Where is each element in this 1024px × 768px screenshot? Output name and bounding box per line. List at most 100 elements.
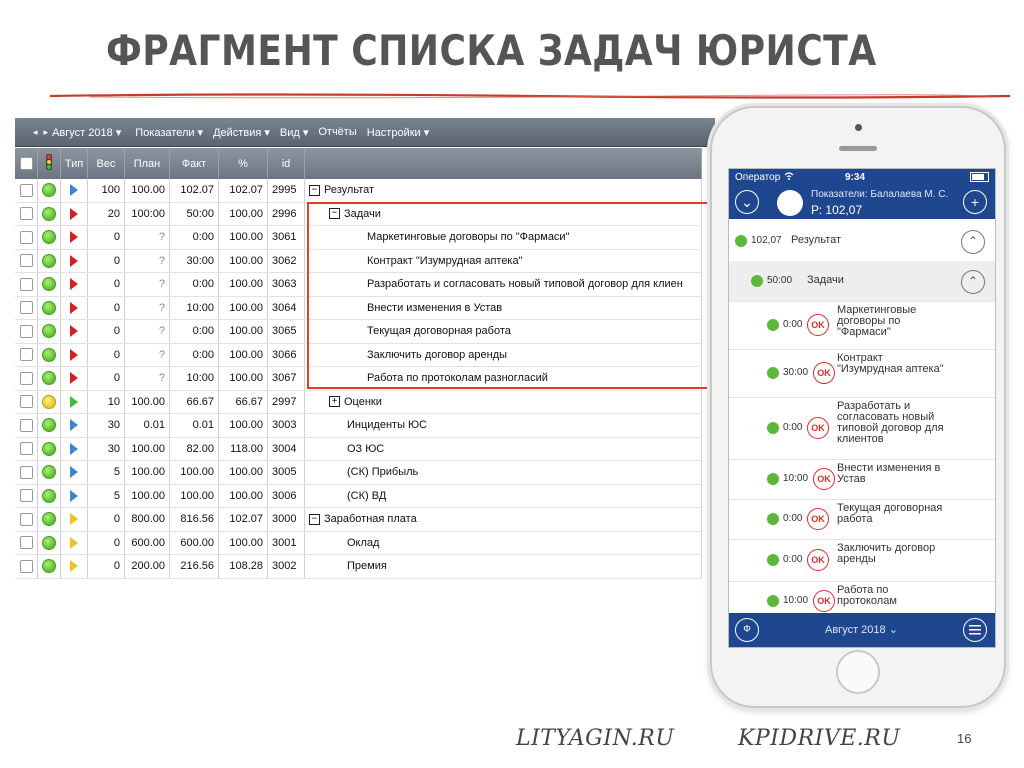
name-cell[interactable]: (СК) Прибыль: [304, 460, 702, 485]
row-checkbox[interactable]: [19, 418, 33, 432]
row-checkbox[interactable]: [19, 371, 33, 385]
name-cell[interactable]: Оклад: [304, 531, 702, 555]
table-row[interactable]: 0? 10:00 100.00 3067 Работа по протоколам ра…: [15, 366, 702, 391]
menu-actions[interactable]: Действия ▾: [213, 126, 270, 139]
collapse-down-icon[interactable]: ⌄: [735, 190, 759, 214]
row-checkbox-cell[interactable]: [15, 437, 38, 461]
table-row[interactable]: 0? 30:00 100.00 3062 Контракт "Изумрудная ап…: [15, 249, 702, 273]
row-checkbox-cell[interactable]: [15, 202, 38, 226]
name-cell[interactable]: Заключить договор аренды: [304, 343, 702, 367]
row-checkbox[interactable]: [19, 277, 33, 291]
name-cell[interactable]: + Оценки: [304, 390, 702, 414]
header-percent[interactable]: %: [218, 148, 268, 179]
table-row[interactable]: 100 100.00 102.07 102.07 2995− Результат: [15, 179, 702, 203]
collapse-icon[interactable]: −: [309, 513, 320, 525]
footer-link-lityagin[interactable]: LITYAGIN.RU: [516, 726, 674, 751]
row-checkbox-cell[interactable]: [15, 413, 38, 438]
name-cell[interactable]: Текущая договорная работа: [304, 319, 702, 344]
row-checkbox[interactable]: [19, 489, 33, 503]
row-checkbox-cell[interactable]: [15, 272, 38, 297]
name-cell[interactable]: Контракт "Изумрудная аптека": [304, 249, 702, 273]
row-checkbox[interactable]: [19, 442, 33, 456]
table-row[interactable]: 20 100:00 50:00 100.00 2996− Задачи: [15, 202, 702, 226]
menu-reports[interactable]: Отчёты: [318, 126, 356, 138]
row-checkbox-cell[interactable]: [15, 554, 38, 579]
row-checkbox-cell[interactable]: [15, 225, 38, 250]
ok-button[interactable]: OK: [813, 468, 835, 490]
table-row[interactable]: 0? 0:00 100.00 3066 Заключить договор аренды: [15, 343, 702, 367]
row-checkbox-cell[interactable]: [15, 390, 38, 414]
mobile-list-item[interactable]: 0:00 OK Заключить договор аренды: [729, 539, 995, 582]
header-id[interactable]: id: [267, 148, 305, 179]
row-checkbox-cell[interactable]: [15, 531, 38, 555]
row-checkbox[interactable]: [19, 559, 33, 573]
name-cell[interactable]: − Заработная плата: [304, 507, 702, 532]
name-cell[interactable]: Маркетинговые договоры по "Фармаси": [304, 225, 702, 250]
row-checkbox[interactable]: [19, 536, 33, 550]
row-checkbox[interactable]: [19, 183, 33, 197]
table-row[interactable]: 0? 0:00 100.00 3063 Разработать и согласоват…: [15, 272, 702, 297]
table-row[interactable]: 10 100.00 66.67 66.67 2997 + Оценки: [15, 390, 702, 414]
filter-icon[interactable]: Ф: [735, 618, 759, 642]
row-checkbox-cell[interactable]: [15, 179, 38, 203]
table-row[interactable]: 0 800.00 816.56 102.07 3000− Заработная плата: [15, 507, 702, 532]
name-cell[interactable]: ОЗ ЮС: [304, 437, 702, 461]
name-cell[interactable]: Инциденты ЮС: [304, 413, 702, 438]
prev-month-icon[interactable]: ◂: [33, 127, 38, 138]
select-all-checkbox[interactable]: [19, 157, 33, 170]
row-checkbox-cell[interactable]: [15, 319, 38, 344]
row-checkbox-cell[interactable]: [15, 249, 38, 273]
ok-button[interactable]: OK: [807, 314, 829, 336]
header-fact[interactable]: Факт: [169, 148, 219, 179]
row-checkbox-cell[interactable]: [15, 366, 38, 391]
row-checkbox[interactable]: [19, 207, 33, 221]
menu-indicators[interactable]: Показатели ▾: [135, 126, 203, 139]
month-selector[interactable]: Август 2018 ▾: [52, 126, 121, 139]
mobile-list-item[interactable]: 30:00 OK Контракт "Изумрудная аптека": [729, 349, 995, 398]
mobile-list-item[interactable]: 0:00 OK Маркетинговые договоры по "Фармаси…: [729, 301, 995, 350]
row-checkbox[interactable]: [19, 348, 33, 362]
menu-view[interactable]: Вид ▾: [280, 126, 308, 139]
footer-month-selector[interactable]: Август 2018 ⌄: [825, 623, 898, 636]
footer-link-kpidrive[interactable]: KPIDRIVE.RU: [738, 726, 900, 751]
ok-button[interactable]: OK: [813, 362, 835, 384]
row-checkbox-cell[interactable]: [15, 484, 38, 508]
collapse-icon[interactable]: −: [329, 208, 340, 220]
home-button[interactable]: [836, 650, 880, 694]
header-type[interactable]: Тип: [60, 148, 88, 179]
ok-button[interactable]: OK: [807, 417, 829, 439]
table-row[interactable]: 0? 0:00 100.00 3061 Маркетинговые договоры п…: [15, 225, 702, 250]
header-plan[interactable]: План: [124, 148, 170, 179]
name-cell[interactable]: Премия: [304, 554, 702, 579]
expand-icon[interactable]: +: [329, 396, 340, 408]
row-checkbox[interactable]: [19, 512, 33, 526]
name-cell[interactable]: Разработать и согласовать новый типовой …: [304, 272, 702, 297]
name-cell[interactable]: Работа по протоколам разногласий: [304, 366, 702, 391]
header-weight[interactable]: Вес: [87, 148, 125, 179]
row-checkbox-cell[interactable]: [15, 460, 38, 485]
add-icon[interactable]: +: [963, 190, 987, 214]
table-row[interactable]: 0 600.00 600.00 100.00 3001 Оклад: [15, 531, 702, 555]
header-name[interactable]: [304, 148, 702, 179]
row-checkbox[interactable]: [19, 395, 33, 409]
ok-button[interactable]: OK: [813, 590, 835, 612]
name-cell[interactable]: − Задачи: [304, 202, 702, 226]
mobile-list-item[interactable]: 102,07 Результат ⌃: [729, 221, 995, 262]
table-row[interactable]: 5 100.00 100.00 100.00 3005 (СК) Прибыль: [15, 460, 702, 485]
row-checkbox-cell[interactable]: [15, 296, 38, 320]
menu-icon[interactable]: [963, 618, 987, 642]
ok-button[interactable]: OK: [807, 549, 829, 571]
row-checkbox[interactable]: [19, 230, 33, 244]
chevron-up-icon[interactable]: ⌃: [961, 230, 985, 254]
row-checkbox[interactable]: [19, 465, 33, 479]
next-month-icon[interactable]: ▸: [44, 127, 49, 138]
row-checkbox-cell[interactable]: [15, 507, 38, 532]
mobile-list-item[interactable]: 10:00 OK Внести изменения в Устав: [729, 459, 995, 500]
menu-settings[interactable]: Настройки ▾: [367, 126, 430, 139]
mobile-list-item[interactable]: 50:00 Задачи ⌃: [729, 261, 995, 302]
row-checkbox[interactable]: [19, 254, 33, 268]
name-cell[interactable]: − Результат: [304, 179, 702, 203]
chevron-up-icon[interactable]: ⌃: [961, 270, 985, 294]
header-select-all[interactable]: [15, 148, 38, 179]
table-row[interactable]: 30 0.01 0.01 100.00 3003 Инциденты ЮС: [15, 413, 702, 438]
